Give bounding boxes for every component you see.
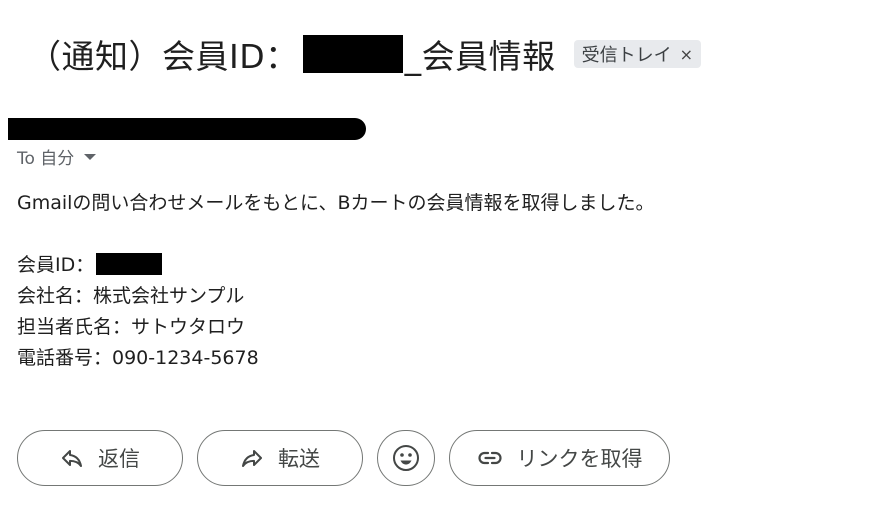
subject-prefix: （通知）会員ID： bbox=[28, 37, 299, 76]
body-phone: 電話番号：090-1234-5678 bbox=[17, 347, 259, 369]
reply-button[interactable]: 返信 bbox=[17, 430, 183, 486]
forward-icon bbox=[240, 446, 264, 470]
subject-suffix: _会員情報 bbox=[404, 37, 556, 76]
link-icon bbox=[477, 445, 503, 471]
emoji-reaction-button[interactable] bbox=[377, 430, 435, 486]
forward-button[interactable]: 転送 bbox=[197, 430, 363, 486]
message-body: Gmailの問い合わせメールをもとに、Bカートの会員情報を取得しました。 会員I… bbox=[17, 188, 655, 374]
get-link-label: リンクを取得 bbox=[516, 447, 643, 471]
emoji-icon bbox=[392, 444, 420, 472]
reply-label: 返信 bbox=[98, 447, 140, 471]
member-id-redaction bbox=[96, 253, 163, 275]
body-contact: 担当者氏名：サトウタロウ bbox=[17, 316, 246, 338]
forward-label: 転送 bbox=[278, 447, 320, 471]
to-label: To 自分 bbox=[17, 149, 75, 169]
get-link-button[interactable]: リンクを取得 bbox=[449, 430, 670, 486]
label-chip-inbox[interactable]: 受信トレイ × bbox=[573, 40, 702, 68]
sender-redaction bbox=[8, 118, 366, 140]
body-company: 会社名：株式会社サンプル bbox=[17, 285, 245, 307]
action-bar: 返信 転送 リンクを取得 bbox=[17, 430, 670, 486]
member-id-label: 会員ID： bbox=[17, 254, 95, 276]
body-intro: Gmailの問い合わせメールをもとに、Bカートの会員情報を取得しました。 bbox=[17, 192, 655, 214]
caret-down-icon[interactable] bbox=[84, 153, 97, 160]
body-member-id: 会員ID： bbox=[17, 250, 655, 281]
subject-row: （通知）会員ID： _会員情報 受信トレイ × bbox=[28, 28, 702, 80]
reply-icon bbox=[60, 446, 84, 470]
subject-redaction bbox=[302, 35, 403, 73]
recipient-details-toggle[interactable]: To 自分 bbox=[17, 144, 97, 169]
label-remove-icon[interactable]: × bbox=[680, 45, 693, 64]
label-chip-text: 受信トレイ bbox=[581, 45, 672, 66]
